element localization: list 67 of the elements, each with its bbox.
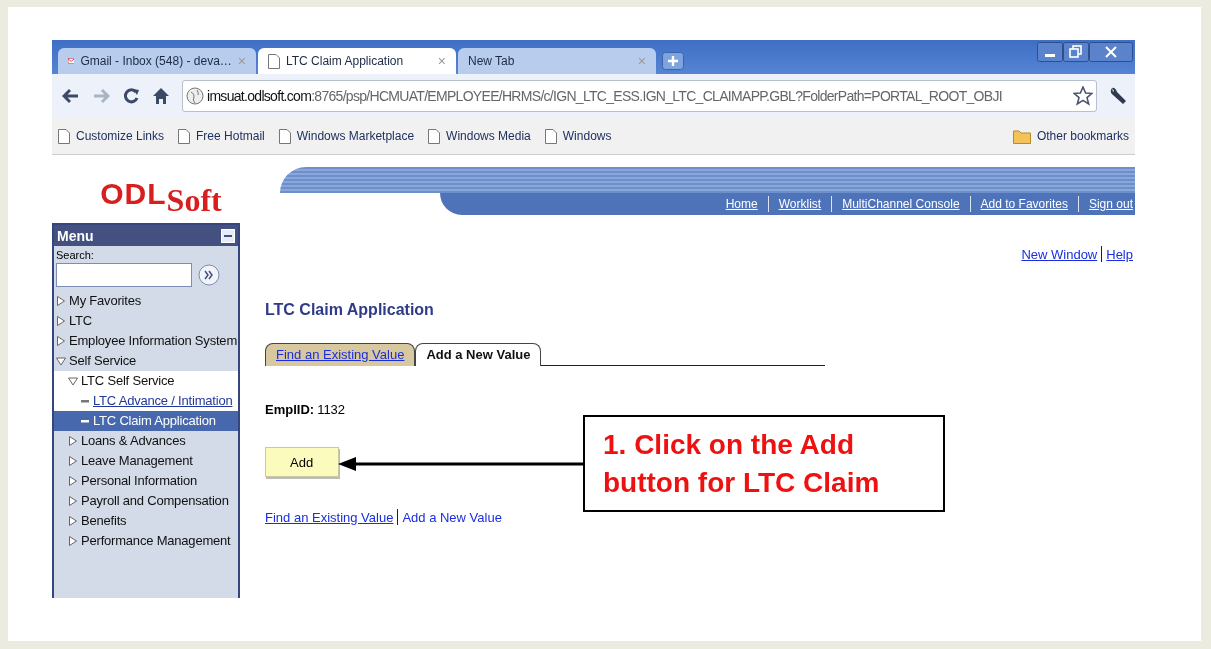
page-tab[interactable]: Add a New Value — [415, 343, 542, 366]
field-value: 1132 — [317, 402, 346, 417]
top-link[interactable]: Help — [1106, 246, 1133, 262]
menu-item[interactable]: Performance Management — [54, 531, 238, 551]
bookmark[interactable]: Customize Links — [58, 128, 165, 144]
menu-item[interactable]: LTC — [54, 311, 238, 331]
new-tab-icon[interactable] — [662, 52, 684, 70]
field-label: EmplID: — [265, 402, 315, 417]
tab-label: LTC Claim Application — [286, 54, 405, 68]
address-bar[interactable]: imsuat.odlsoft.com:8765/psp/HCMUAT/EMPLOYEE/HRMS/c/IGN_LTC_ESS.IGN_LTC_CLAIMAPP.GBL?FolderPath=PORTAL_ROOT_OBJI — [182, 80, 1097, 112]
mail-icon — [68, 55, 75, 67]
wrench-icon[interactable] — [1109, 86, 1129, 106]
page-icon — [278, 128, 291, 144]
url-text: imsuat.odlsoft.com:8765/psp/HCMUAT/EMPLOYEE/HRMS/c/IGN_LTC_ESS.IGN_LTC_CLAIMAPP.GBL?FolderPath=PORTAL_ROOT_OBJI — [207, 88, 1003, 104]
header-link[interactable]: Worklist — [778, 197, 822, 211]
menu-item[interactable]: Self Service — [54, 351, 238, 371]
menu-item[interactable]: Benefits — [54, 511, 238, 531]
page-icon — [268, 53, 280, 69]
tab-label: Gmail - Inbox (548) - deva… — [80, 54, 232, 68]
search-label: Search: — [55, 248, 95, 263]
reload-icon[interactable] — [122, 87, 140, 105]
menu-item[interactable]: Loans & Advances — [54, 431, 238, 451]
tab-label: New Tab — [468, 54, 516, 68]
logo: ODLSoft — [99, 176, 223, 215]
globe-icon — [186, 87, 204, 105]
menu-item[interactable]: My Favorites — [54, 291, 238, 311]
header-link[interactable]: Home — [725, 197, 758, 211]
go-icon[interactable] — [198, 264, 220, 286]
add-button[interactable]: Add — [265, 447, 339, 477]
bookmark[interactable]: Free Hotmail — [178, 128, 265, 144]
browser-tab[interactable]: LTC Claim Application × — [258, 48, 456, 74]
menu-item[interactable]: Personal Information — [54, 471, 238, 491]
bottom-link[interactable]: Find an Existing Value — [265, 509, 394, 525]
minimize-icon[interactable] — [1037, 42, 1063, 62]
page-icon — [58, 128, 70, 144]
restore-icon[interactable] — [1063, 42, 1089, 62]
bookmark[interactable]: Windows Marketplace — [278, 128, 415, 144]
page-icon — [178, 128, 191, 144]
other-bookmarks[interactable]: Other bookmarks — [1012, 128, 1129, 144]
menu-item[interactable]: Leave Management — [54, 451, 238, 471]
menu-item[interactable]: Payroll and Compensation — [54, 491, 238, 511]
collapse-icon[interactable] — [221, 228, 235, 243]
page-icon — [428, 128, 441, 144]
header-link[interactable]: MultiChannel Console — [842, 197, 960, 211]
header-link[interactable]: Add to Favorites — [980, 197, 1068, 211]
browser-tab[interactable]: Gmail - Inbox (548) - deva… × — [58, 48, 256, 74]
folder-icon — [1012, 128, 1031, 144]
bookmark[interactable]: Windows — [544, 128, 612, 144]
search-field[interactable] — [56, 263, 192, 287]
page-icon — [544, 128, 557, 144]
menu-item[interactable]: LTC Self Service — [54, 371, 238, 391]
page-tab[interactable]: Find an Existing Value — [265, 343, 416, 366]
menu-item[interactable]: LTC Advance / Intimation — [54, 391, 238, 411]
home-icon[interactable] — [152, 87, 170, 105]
back-icon[interactable] — [62, 88, 80, 104]
bottom-link[interactable]: Add a New Value — [402, 509, 502, 525]
close-icon[interactable] — [1089, 42, 1133, 62]
page-title: LTC Claim Application — [265, 301, 435, 319]
menu-title: Menu — [57, 227, 94, 244]
top-link[interactable]: New Window — [1021, 246, 1098, 262]
bookmark[interactable]: Windows Media — [428, 128, 531, 144]
star-icon[interactable] — [1073, 86, 1093, 106]
callout-text: 1. Click on the Add button for LTC Claim — [603, 427, 881, 500]
menu-item[interactable]: Employee Information System — [54, 331, 238, 351]
menu-item[interactable]: LTC Claim Application — [54, 411, 238, 431]
header-link[interactable]: Sign out — [1088, 197, 1133, 211]
browser-tab[interactable]: New Tab × — [458, 48, 656, 74]
